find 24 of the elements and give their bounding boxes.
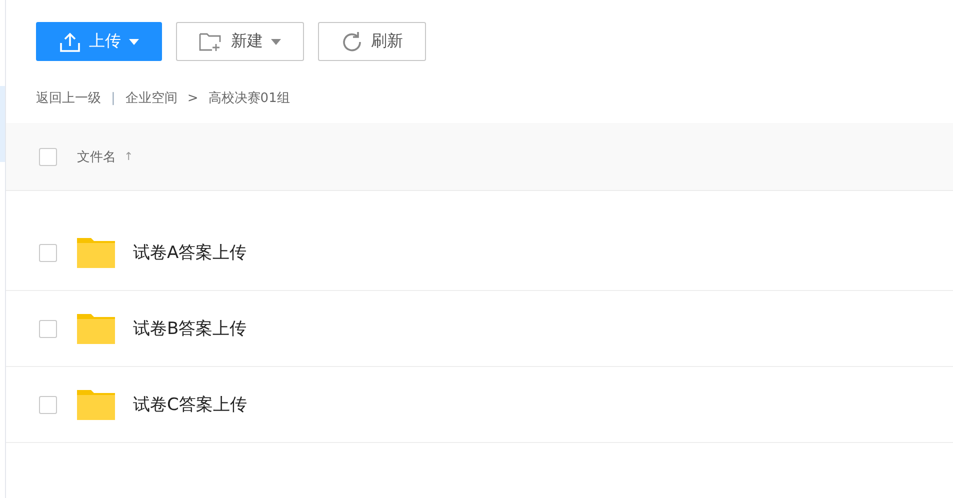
refresh-icon <box>341 30 363 52</box>
breadcrumb-item[interactable]: 高校决赛01组 <box>208 89 290 107</box>
new-folder-button[interactable]: 新建 <box>176 22 304 61</box>
folder-icon <box>77 389 115 420</box>
folder-name[interactable]: 试卷A答案上传 <box>133 241 247 264</box>
row-checkbox[interactable] <box>39 320 57 338</box>
row-checkbox[interactable] <box>39 396 57 414</box>
folder-plus-icon <box>199 32 223 52</box>
folder-icon <box>77 313 115 344</box>
select-all-checkbox[interactable] <box>39 148 57 166</box>
column-header[interactable]: 文件名 <box>77 148 116 166</box>
refresh-button[interactable]: 刷新 <box>318 22 426 61</box>
caret-icon <box>271 38 281 44</box>
folder-icon <box>77 237 115 268</box>
breadcrumb-item[interactable]: 企业空间 <box>125 89 178 107</box>
separator: | <box>111 90 116 106</box>
row-checkbox[interactable] <box>39 244 57 262</box>
upload-icon <box>59 30 81 52</box>
folder-name[interactable]: 试卷B答案上传 <box>133 317 247 340</box>
folder-name[interactable]: 试卷C答案上传 <box>133 393 247 416</box>
upload-button[interactable]: 上传 <box>36 22 162 61</box>
back-link[interactable]: 返回上一级 <box>36 89 101 107</box>
caret-icon <box>129 38 139 44</box>
breadcrumb-arrow: > <box>187 90 198 106</box>
